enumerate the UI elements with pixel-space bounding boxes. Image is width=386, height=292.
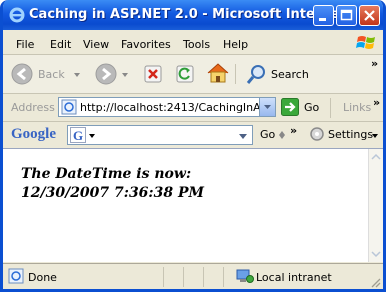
title-bar[interactable]: Caching in ASP.NET 2.0 - Microsoft Inter… [3,0,383,30]
window-title: Caching in ASP.NET 2.0 - Microsoft Inter… [29,7,355,22]
address-input[interactable]: http://localhost:2413/CachingInASP.I [58,97,276,117]
minimize-button[interactable] [313,5,334,26]
datetime-heading: The DateTime is now: [21,166,192,182]
stop-icon[interactable] [144,64,164,84]
resize-grip-icon[interactable] [369,276,381,288]
google-chevron-icon[interactable]: » [290,124,297,137]
forward-dropdown-icon[interactable] [121,71,129,79]
status-divider [223,267,224,287]
scroll-up-icon[interactable] [369,151,383,163]
datetime-value: 12/30/2007 7:36:38 PM [21,185,204,201]
back-label: Back [38,68,65,81]
status-bar: Done Local intranet [3,263,383,289]
zone-label: Local intranet [256,271,332,284]
google-g-icon[interactable]: G [70,127,86,143]
links-label[interactable]: Links [343,101,371,114]
back-dropdown-icon[interactable] [73,71,81,79]
menu-help[interactable]: Help [223,38,248,51]
search-icon [246,65,265,84]
status-divider [203,267,204,287]
windows-logo-icon [356,36,375,49]
scroll-down-icon[interactable] [369,248,383,260]
done-page-icon [8,268,24,284]
go-label: Go [304,101,320,114]
address-bar: Address http://localhost:2413/CachingInA… [3,94,383,122]
address-separator [330,98,331,118]
minimize-icon [319,18,326,21]
menu-edit[interactable]: Edit [50,38,71,51]
menu-favorites[interactable]: Favorites [121,38,171,51]
forward-arrow-icon[interactable] [95,63,117,85]
menu-view[interactable]: View [83,38,109,51]
close-icon [364,10,375,21]
go-button[interactable]: Go [281,98,327,118]
back-button[interactable]: Back [11,63,71,85]
google-go-label[interactable]: Go [260,128,275,141]
home-icon[interactable] [206,62,230,84]
google-logo[interactable]: Google [11,126,56,143]
page-icon [61,99,77,115]
links-chevron-icon[interactable]: » [373,96,380,109]
intranet-icon [236,269,254,283]
status-text: Done [28,271,57,284]
back-arrow-icon [11,63,33,85]
settings-label: Settings [328,128,374,141]
address-url: http://localhost:2413/CachingInASP.I [80,101,260,114]
go-arrow-icon [281,98,299,116]
maximize-button[interactable] [336,5,357,26]
google-search-input[interactable]: G [67,125,253,145]
search-button[interactable]: Search [245,63,315,85]
resize-handle-icon[interactable] [278,130,286,140]
menu-tools[interactable]: Tools [183,38,210,51]
toolbar-chevron-icon[interactable]: » [371,57,378,70]
address-label: Address [11,101,55,114]
google-toolbar: Google G Go » Settings [3,122,383,149]
ie-logo-icon [9,7,25,23]
page-content: The DateTime is now: 12/30/2007 7:36:38 … [3,149,368,262]
vertical-scrollbar[interactable] [368,149,383,262]
status-divider [183,267,184,287]
menu-bar: File Edit View Favorites Tools Help [3,32,383,55]
toolbar-separator [235,64,236,84]
menu-file[interactable]: File [16,38,34,51]
settings-button[interactable]: Settings [309,126,381,144]
chevron-down-icon [264,105,271,109]
address-dropdown-button[interactable] [259,98,275,116]
status-divider [163,267,164,287]
search-dropdown-icon[interactable] [238,131,248,141]
browser-window: Caching in ASP.NET 2.0 - Microsoft Inter… [0,0,386,292]
search-label: Search [271,68,309,81]
close-button[interactable] [359,5,380,26]
settings-dropdown-icon [372,134,378,138]
settings-gear-icon [310,127,324,141]
refresh-icon[interactable] [176,64,196,84]
maximize-icon [340,9,353,21]
standard-toolbar: Back Search » [3,55,383,94]
google-dropdown-icon[interactable] [88,132,96,140]
